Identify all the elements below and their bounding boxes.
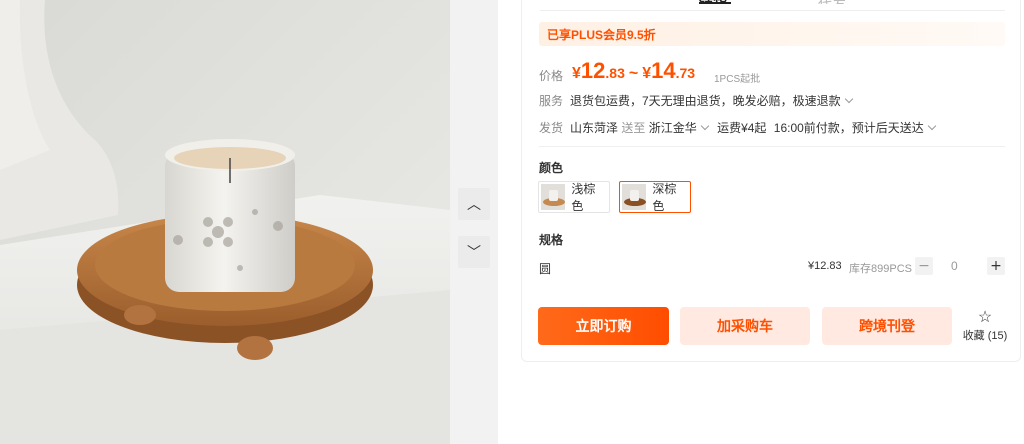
swatch-thumbnail: [541, 184, 566, 210]
spec-stock: 库存899PCS: [849, 263, 912, 275]
price-label: 价格: [539, 69, 564, 83]
add-to-cart-button[interactable]: 加采购车: [680, 307, 810, 345]
shipping-info: 山东菏泽 送至 浙江金华 运费¥4起 16:00前付款，预计后天送达: [570, 119, 937, 136]
chevron-down-icon: ﹀: [467, 245, 481, 261]
image-next-button[interactable]: ﹀: [458, 236, 490, 268]
spec-price: ¥12.83: [808, 260, 842, 272]
min-order-qty: 1PCS起批: [714, 74, 761, 85]
shipping-fee: 运费¥4起: [717, 121, 767, 135]
plus-member-text: 已享PLUS会员9.5折: [547, 28, 656, 42]
shipping-to-label: 送至: [621, 121, 646, 135]
quantity-increase-button[interactable]: +: [987, 257, 1005, 275]
plus-member-banner: 已享PLUS会员9.5折: [539, 22, 1005, 46]
image-nav-strip: [450, 0, 498, 444]
product-detail-page: ︿ ﹀ 铺货 代发 已享PLUS会员9.5折 价格 ¥12.83~¥14.73 …: [0, 0, 1024, 444]
star-icon: ☆: [977, 309, 993, 326]
price-range: ¥12.83 ~ ¥14.73: [572, 58, 696, 83]
favorite-button[interactable]: ☆ 收藏 (15): [960, 310, 1010, 343]
service-info[interactable]: 退货包运费，7天无理由退货，晚发必赔，极速退款: [570, 92, 854, 109]
order-now-button[interactable]: 立即订购: [538, 307, 669, 345]
spec-section-title: 规格: [539, 233, 564, 247]
shipping-label: 发货: [539, 121, 564, 135]
tab-inactive[interactable]: 代发: [818, 0, 860, 4]
color-section-title: 颜色: [539, 161, 564, 175]
chevron-up-icon: ︿: [467, 197, 481, 213]
swatch-thumbnail: [622, 184, 647, 210]
chevron-down-icon: [927, 121, 937, 131]
color-option-dark-brown[interactable]: 深棕色: [619, 181, 691, 213]
chevron-down-icon: [700, 121, 709, 131]
tab-active[interactable]: 铺货: [699, 0, 731, 4]
cross-border-list-button[interactable]: 跨境刊登: [822, 307, 952, 345]
product-main-image[interactable]: [0, 0, 450, 444]
candle-holder-photo: [0, 0, 450, 444]
shipping-destination[interactable]: 浙江金华: [649, 121, 697, 135]
chevron-down-icon: [844, 94, 853, 104]
quantity-input[interactable]: 0: [951, 259, 958, 273]
color-option-light-brown[interactable]: 浅棕色: [538, 181, 610, 213]
section-divider: [539, 146, 1005, 147]
spec-name: 圆: [539, 262, 552, 276]
service-label: 服务: [539, 94, 564, 108]
tabs-divider: [540, 10, 1005, 11]
image-prev-button[interactable]: ︿: [458, 188, 490, 220]
quantity-decrease-button[interactable]: −: [915, 257, 933, 275]
favorite-label: 收藏: [962, 330, 985, 342]
service-text: 退货包运费，7天无理由退货，晚发必赔，极速退款: [570, 94, 841, 108]
favorite-count: (15): [987, 330, 1008, 342]
shipping-origin: 山东菏泽: [570, 121, 619, 135]
shipping-eta[interactable]: 16:00前付款，预计后天送达: [774, 121, 924, 135]
